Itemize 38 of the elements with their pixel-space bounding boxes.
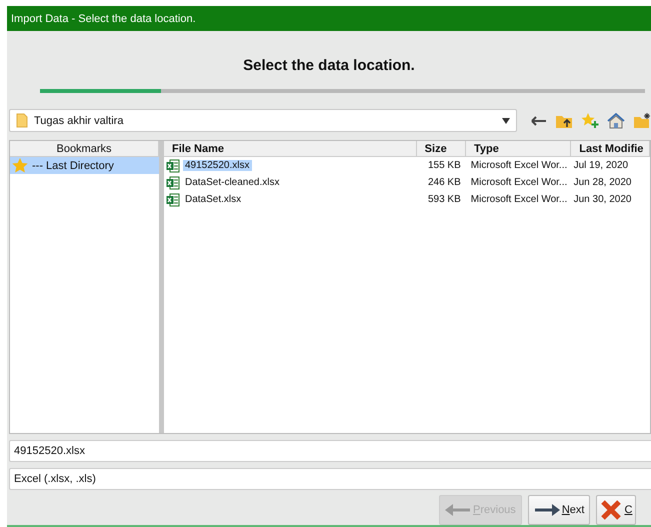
date-cell-text: Jun 28, 2020 xyxy=(572,177,632,188)
star-icon xyxy=(12,158,28,173)
window-title: Import Data - Select the data location. xyxy=(11,12,196,24)
type-cell-text: Microsoft Excel Wor... xyxy=(470,194,568,205)
file-name-cell[interactable]: 49152520.xlsx xyxy=(183,160,252,171)
home-icon[interactable] xyxy=(607,112,625,128)
new-folder-icon[interactable] xyxy=(633,112,651,128)
size-cell-text: 593 KB xyxy=(426,194,462,205)
excel-file-icon xyxy=(166,176,180,190)
file-name-cell[interactable]: DataSet-cleaned.xlsx xyxy=(183,177,282,188)
file-name-field[interactable]: 49152520.xlsx xyxy=(9,440,651,462)
column-header[interactable]: Size xyxy=(416,141,466,156)
type-cell-text: Microsoft Excel Wor... xyxy=(470,177,568,188)
bookmark-item[interactable]: --- Last Directory xyxy=(10,157,159,174)
star-plus-icon[interactable] xyxy=(581,112,599,129)
column-header[interactable]: Type xyxy=(466,141,572,156)
column-header[interactable]: Last Modifie xyxy=(571,141,650,156)
left-arrow-icon xyxy=(445,504,471,516)
caret-icon[interactable] xyxy=(502,118,510,124)
cancel-button[interactable]: C xyxy=(596,495,636,525)
next-button[interactable]: Next xyxy=(528,495,590,525)
column-header[interactable]: File Name xyxy=(164,141,417,156)
date-cell-text: Jul 19, 2020 xyxy=(572,160,630,171)
location-dropdown[interactable]: Tugas akhir valtira xyxy=(9,109,517,132)
type-cell-text: Microsoft Excel Wor... xyxy=(470,160,568,171)
size-cell-text: 155 KB xyxy=(426,160,462,171)
back-arrow-icon[interactable] xyxy=(531,116,547,126)
excel-file-icon xyxy=(166,192,180,206)
right-arrow-icon xyxy=(534,504,560,516)
date-cell-text: Jun 30, 2020 xyxy=(572,194,632,205)
file-type-field[interactable]: Excel (.xlsx, .xls) xyxy=(9,468,651,490)
folder-icon xyxy=(16,113,28,128)
file-name-cell[interactable]: DataSet.xlsx xyxy=(183,194,244,205)
excel-file-icon xyxy=(166,158,180,172)
size-cell-text: 246 KB xyxy=(426,177,462,188)
location-value: Tugas akhir valtira xyxy=(34,114,124,126)
cross-icon xyxy=(600,499,622,521)
page-heading: Select the data location. xyxy=(243,57,415,74)
